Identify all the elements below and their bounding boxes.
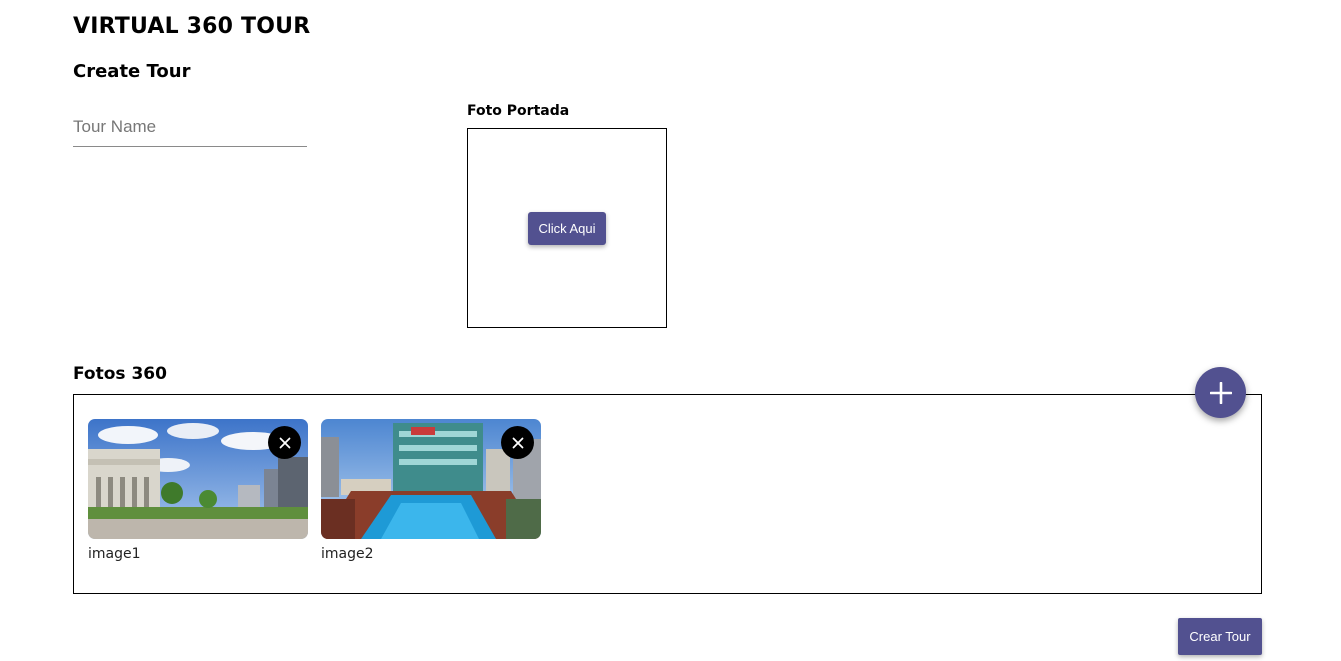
photo-card: image2 [321,419,541,562]
photo-card: image1 [88,419,308,562]
cover-upload-button[interactable]: Click Aqui [528,211,606,245]
tour-name-input[interactable] [73,110,307,144]
close-icon [279,437,290,448]
photo-caption: image1 [88,546,141,562]
section-title: Create Tour [73,61,191,82]
remove-photo-button[interactable] [268,426,301,459]
photo-caption: image2 [321,546,374,562]
add-photo-button[interactable] [1195,367,1246,418]
photo-thumbnail [88,419,308,539]
remove-photo-button[interactable] [501,426,534,459]
cover-photo-dropzone: Click Aqui [467,128,667,328]
create-tour-button[interactable]: Crear Tour [1178,618,1262,655]
app-title: VIRTUAL 360 TOUR [73,14,311,39]
cover-photo-label: Foto Portada [467,103,570,119]
photos-360-container: image1 image2 [73,394,1262,594]
plus-icon [1209,381,1232,404]
close-icon [512,437,523,448]
photos-360-label: Fotos 360 [73,364,167,384]
tour-name-field [73,110,307,147]
photo-thumbnail [321,419,541,539]
